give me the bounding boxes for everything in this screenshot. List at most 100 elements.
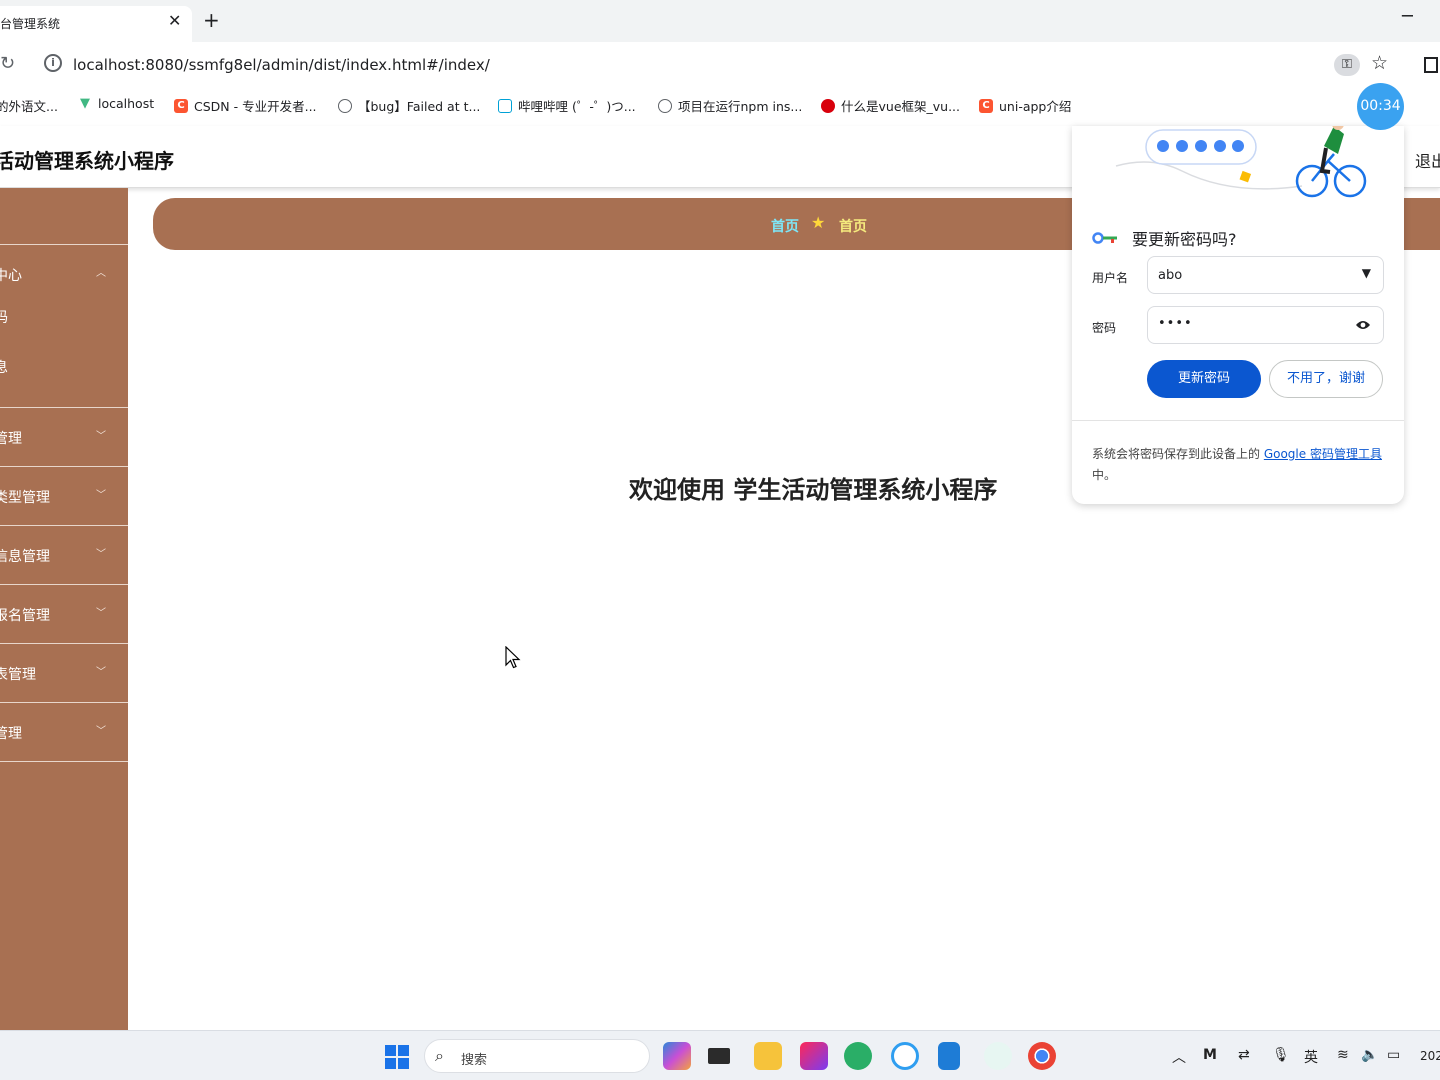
bookmark-label: 项目在运行npm ins... — [678, 99, 803, 114]
chevron-down-icon: ﹀ — [96, 490, 106, 501]
password-manager-link[interactable]: Google 密码管理工具 — [1264, 447, 1382, 461]
password-value: •••• — [1158, 316, 1193, 331]
vue-logo-icon: ▼ — [80, 95, 90, 111]
sidebar-subitem-info[interactable]: 息 — [0, 356, 128, 407]
sidebar-group-center: 中心 ︿ 码 息 — [0, 245, 128, 408]
bookmark-item[interactable]: Cuni-app介绍 — [979, 96, 1071, 115]
bookmark-star-icon[interactable]: ☆ — [1371, 52, 1388, 74]
sidebar-item-signup-manage[interactable]: 报名管理 ﹀ — [0, 585, 128, 644]
chevron-down-icon: ﹀ — [96, 549, 106, 560]
sidebar-subitem-label: 息 — [0, 360, 8, 376]
update-password-button[interactable]: 更新密码 — [1147, 360, 1261, 398]
logout-button[interactable]: 退出 — [1415, 148, 1440, 172]
gmail-icon[interactable]: M — [1203, 1047, 1217, 1063]
task-view-icon[interactable] — [708, 1048, 730, 1064]
intellij-icon[interactable] — [800, 1042, 828, 1070]
bookmark-label: 【bug】Failed at t... — [358, 99, 481, 114]
sidebar-item-label: 表管理 — [0, 667, 36, 683]
username-value: abo — [1158, 268, 1183, 283]
browser-toolbar: ↻ i localhost:8080/ssmfg8el/admin/dist/i… — [0, 42, 1440, 88]
tab-title: 台管理系统 — [0, 17, 61, 31]
bookmarks-bar: 的外语文... ▼ localhost C CSDN - 专业开发者... 【bug… — [0, 88, 1440, 122]
wechat-icon[interactable] — [844, 1042, 872, 1070]
copilot-icon[interactable] — [663, 1042, 691, 1070]
sidebar-item-type-manage[interactable]: 类型管理 ﹀ — [0, 467, 128, 526]
browser-tab-strip: 台管理系统 ✕ + ─ — [0, 0, 1440, 42]
address-bar[interactable]: localhost:8080/ssmfg8el/admin/dist/index… — [73, 56, 490, 74]
dropdown-arrow-icon[interactable]: ▼ — [1362, 266, 1371, 280]
bookmark-item[interactable]: 什么是vue框架_vu... — [821, 96, 960, 115]
site-info-icon[interactable]: i — [44, 54, 62, 72]
divider — [1072, 420, 1404, 421]
minimize-icon[interactable]: ─ — [1402, 6, 1413, 27]
bookmark-item[interactable]: 【bug】Failed at t... — [338, 96, 480, 115]
close-icon[interactable]: ✕ — [168, 11, 181, 30]
bookmark-label: CSDN - 专业开发者... — [194, 99, 317, 114]
app-icon[interactable] — [984, 1042, 1012, 1070]
csdn-icon: C — [979, 98, 993, 113]
search-placeholder: 搜索 — [461, 1053, 488, 1068]
chevron-up-icon[interactable]: ︿ — [1172, 1047, 1186, 1067]
globe-icon — [338, 98, 352, 113]
footer-text: 中。 — [1092, 468, 1117, 482]
wifi-icon[interactable]: ≋ — [1337, 1047, 1349, 1063]
sidebar-item-label: 信息管理 — [0, 549, 50, 565]
bookmark-item[interactable]: 的外语文... — [0, 96, 58, 115]
search-icon: ⌕ — [435, 1046, 444, 1065]
bookmark-label: uni-app介绍 — [999, 99, 1072, 114]
sidebar-subitem-password[interactable]: 码 — [0, 305, 128, 356]
chevron-down-icon: ﹀ — [96, 667, 106, 678]
welcome-heading: 欢迎使用 学生活动管理系统小程序 — [629, 476, 998, 504]
volume-icon[interactable]: 🔈 — [1361, 1047, 1378, 1063]
chevron-down-icon: ﹀ — [96, 431, 106, 442]
browser-tab[interactable]: 台管理系统 ✕ — [0, 6, 192, 42]
taskbar-search[interactable]: ⌕ 搜索 — [424, 1039, 650, 1073]
username-field[interactable]: abo ▼ — [1147, 256, 1384, 294]
file-explorer-icon[interactable] — [754, 1042, 782, 1070]
popup-footer: 系统会将密码保存到此设备上的 Google 密码管理工具中。 — [1092, 444, 1384, 486]
bookmark-item[interactable]: C CSDN - 专业开发者... — [174, 96, 317, 115]
new-tab-button[interactable]: + — [203, 8, 220, 32]
bookmark-label: 什么是vue框架_vu... — [841, 99, 961, 114]
sidebar-item-manage[interactable]: 管理 ﹀ — [0, 408, 128, 467]
recording-timer[interactable]: 00:34 — [1357, 83, 1404, 130]
taskbar: ⌕ 搜索 ︿ M ⇄ 🎙 英 ≋ 🔈 ▭ 202 — [0, 1030, 1440, 1080]
sidebar-item-center[interactable]: 中心 ︿ — [0, 245, 128, 305]
battery-icon[interactable]: ▭ — [1387, 1047, 1400, 1063]
sidebar-item-label: 管理 — [0, 431, 22, 447]
reload-icon[interactable]: ↻ — [0, 53, 15, 74]
cyclist-illustration — [1115, 126, 1367, 198]
eye-icon[interactable] — [1355, 319, 1371, 331]
password-label: 密码 — [1092, 321, 1117, 335]
settings-sliders-icon[interactable]: ⇄ — [1238, 1047, 1250, 1063]
sidebar-item-label: 中心 — [0, 268, 22, 284]
sidebar-item-label: 类型管理 — [0, 490, 50, 506]
bookmark-item[interactable]: 哔哩哔哩 (゜-゜)つ... — [498, 96, 636, 115]
sidebar-item-info-manage[interactable]: 信息管理 ﹀ — [0, 526, 128, 585]
clock[interactable]: 202 — [1420, 1049, 1440, 1063]
microphone-icon[interactable]: 🎙 — [1272, 1047, 1290, 1063]
popup-header: 要更新密码吗? — [1092, 226, 1237, 250]
sidebar-item-table-manage[interactable]: 表管理 ﹀ — [0, 644, 128, 703]
windows-start-icon[interactable] — [385, 1045, 409, 1069]
ime-indicator[interactable]: 英 — [1304, 1047, 1318, 1067]
popup-title: 要更新密码吗? — [1132, 230, 1237, 249]
password-key-icon — [1092, 232, 1117, 244]
bookmark-item[interactable]: ▼ localhost — [78, 96, 154, 111]
app-icon[interactable] — [891, 1042, 919, 1070]
sidebar-item-manage-2[interactable]: 管理 ﹀ — [0, 703, 128, 762]
sidebar-subitem-label: 码 — [0, 310, 8, 326]
breadcrumb-home[interactable]: 首页 — [771, 216, 799, 236]
sidebar-item-label: 管理 — [0, 726, 22, 742]
password-key-icon[interactable]: ⚿ — [1334, 54, 1360, 76]
password-field[interactable]: •••• — [1147, 306, 1384, 344]
bookmark-label: 的外语文... — [0, 99, 58, 114]
notepad-icon[interactable] — [938, 1042, 960, 1070]
side-panel-icon[interactable] — [1424, 57, 1438, 73]
sidebar-top — [0, 188, 128, 245]
bookmark-item[interactable]: 项目在运行npm ins... — [658, 96, 802, 115]
no-thanks-button[interactable]: 不用了，谢谢 — [1269, 360, 1383, 398]
app-title: 活动管理系统小程序 — [0, 149, 174, 173]
sidebar-item-label: 报名管理 — [0, 608, 50, 624]
chrome-icon[interactable] — [1028, 1042, 1056, 1070]
